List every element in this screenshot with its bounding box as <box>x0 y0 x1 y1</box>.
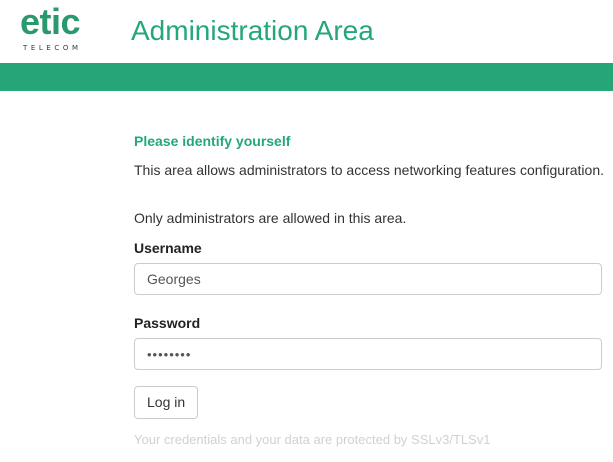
logo-subtext: TELECOM <box>23 44 82 52</box>
security-note: Your credentials and your data are prote… <box>134 432 491 447</box>
login-description: This area allows administrators to acces… <box>134 162 604 178</box>
page-header: etic TELECOM Administration Area <box>0 0 613 63</box>
username-label: Username <box>134 240 202 256</box>
password-field[interactable] <box>134 338 602 370</box>
login-heading: Please identify yourself <box>134 133 291 149</box>
logo-wordmark: etic <box>20 1 81 42</box>
login-button[interactable]: Log in <box>134 386 199 419</box>
login-restriction-note: Only administrators are allowed in this … <box>134 210 407 226</box>
username-field[interactable] <box>134 263 602 295</box>
etic-telecom-logo: etic TELECOM <box>20 2 92 56</box>
page-title: Administration Area <box>131 15 374 46</box>
header-accent-bar <box>0 63 613 91</box>
password-label: Password <box>134 315 201 331</box>
